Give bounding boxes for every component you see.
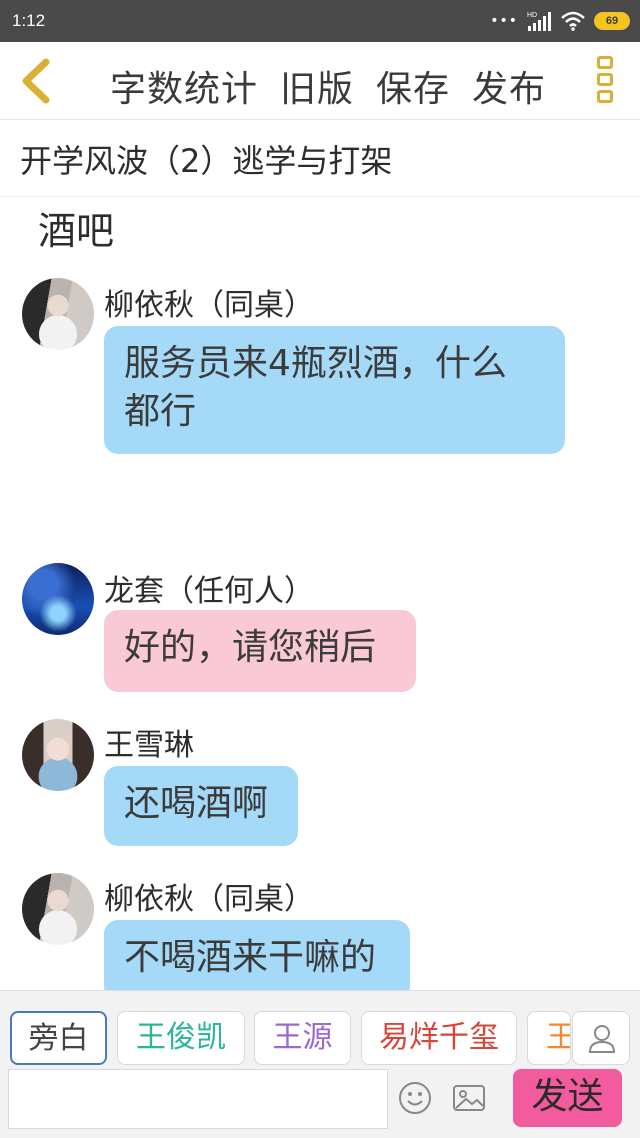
avatar [22,278,94,350]
message-bubble[interactable]: 好的，请您稍后 [104,610,416,692]
publish-button[interactable]: 发布 [472,60,546,112]
more-menu-icon[interactable] [594,56,616,108]
message-item[interactable]: 柳依秋（同桌） 不喝酒来干嘛的 [0,870,640,1000]
wifi-icon [561,11,585,31]
role-chip-wang-yuan[interactable]: 王源 [254,1011,351,1065]
message-text-line: 服务员来4瓶烈酒，什么 [124,343,507,384]
image-icon[interactable] [452,1083,486,1113]
status-time: 1:12 [12,11,46,30]
role-chip-partial[interactable]: 王 [527,1011,571,1065]
message-item[interactable]: 王雪琳 还喝酒啊 [0,716,640,848]
back-icon[interactable] [14,56,58,106]
sender-name: 龙套（任何人） [104,574,314,609]
status-bar: 1:12 ••• HD 69 [0,0,640,42]
message-input[interactable] [8,1069,388,1129]
role-chip-yi-yangqianxi[interactable]: 易烊千玺 [361,1011,517,1065]
message-item[interactable]: 龙套（任何人） 好的，请您稍后 [0,560,640,692]
emoji-icon[interactable] [398,1081,432,1115]
message-bubble[interactable]: 还喝酒啊 [104,766,298,846]
role-chip-narrator[interactable]: 旁白 [10,1011,107,1065]
signal-icon: HD [527,12,551,31]
toolbar-actions: 字数统计 旧版 保存 发布 [110,60,546,112]
narration-text: 酒吧 [38,209,115,253]
chapter-title[interactable]: 开学风波（2）逃学与打架 [20,136,392,182]
send-button[interactable]: 发送 [513,1069,622,1127]
word-count-button[interactable]: 字数统计 [110,60,258,112]
role-chip-wang-junkai[interactable]: 王俊凯 [117,1011,245,1065]
old-version-button[interactable]: 旧版 [280,60,354,112]
more-dots-icon: ••• [490,13,518,29]
user-icon [588,1025,616,1053]
editor-toolbar: 字数统计 旧版 保存 发布 [0,42,640,120]
sender-name: 王雪琳 [104,728,194,763]
avatar [22,563,94,635]
message-bubble[interactable]: 服务员来4瓶烈酒，什么 都行 [104,326,565,454]
character-manage-button[interactable] [572,1011,630,1065]
title-divider [0,196,640,197]
battery-indicator: 69 [594,12,630,30]
message-item[interactable]: 柳依秋（同桌） 服务员来4瓶烈酒，什么 都行 [0,276,640,456]
sender-name: 柳依秋（同桌） [104,882,314,917]
avatar [22,873,94,945]
save-button[interactable]: 保存 [376,60,450,112]
signal-hd-label: HD [527,12,537,19]
status-icons: ••• HD 69 [490,8,630,34]
avatar [22,719,94,791]
message-bubble[interactable]: 不喝酒来干嘛的 [104,920,410,1000]
sender-name: 柳依秋（同桌） [104,288,314,323]
compose-bar: 旁白 王俊凯 王源 易烊千玺 王 发送 [0,990,640,1138]
message-text-line: 都行 [124,391,197,432]
